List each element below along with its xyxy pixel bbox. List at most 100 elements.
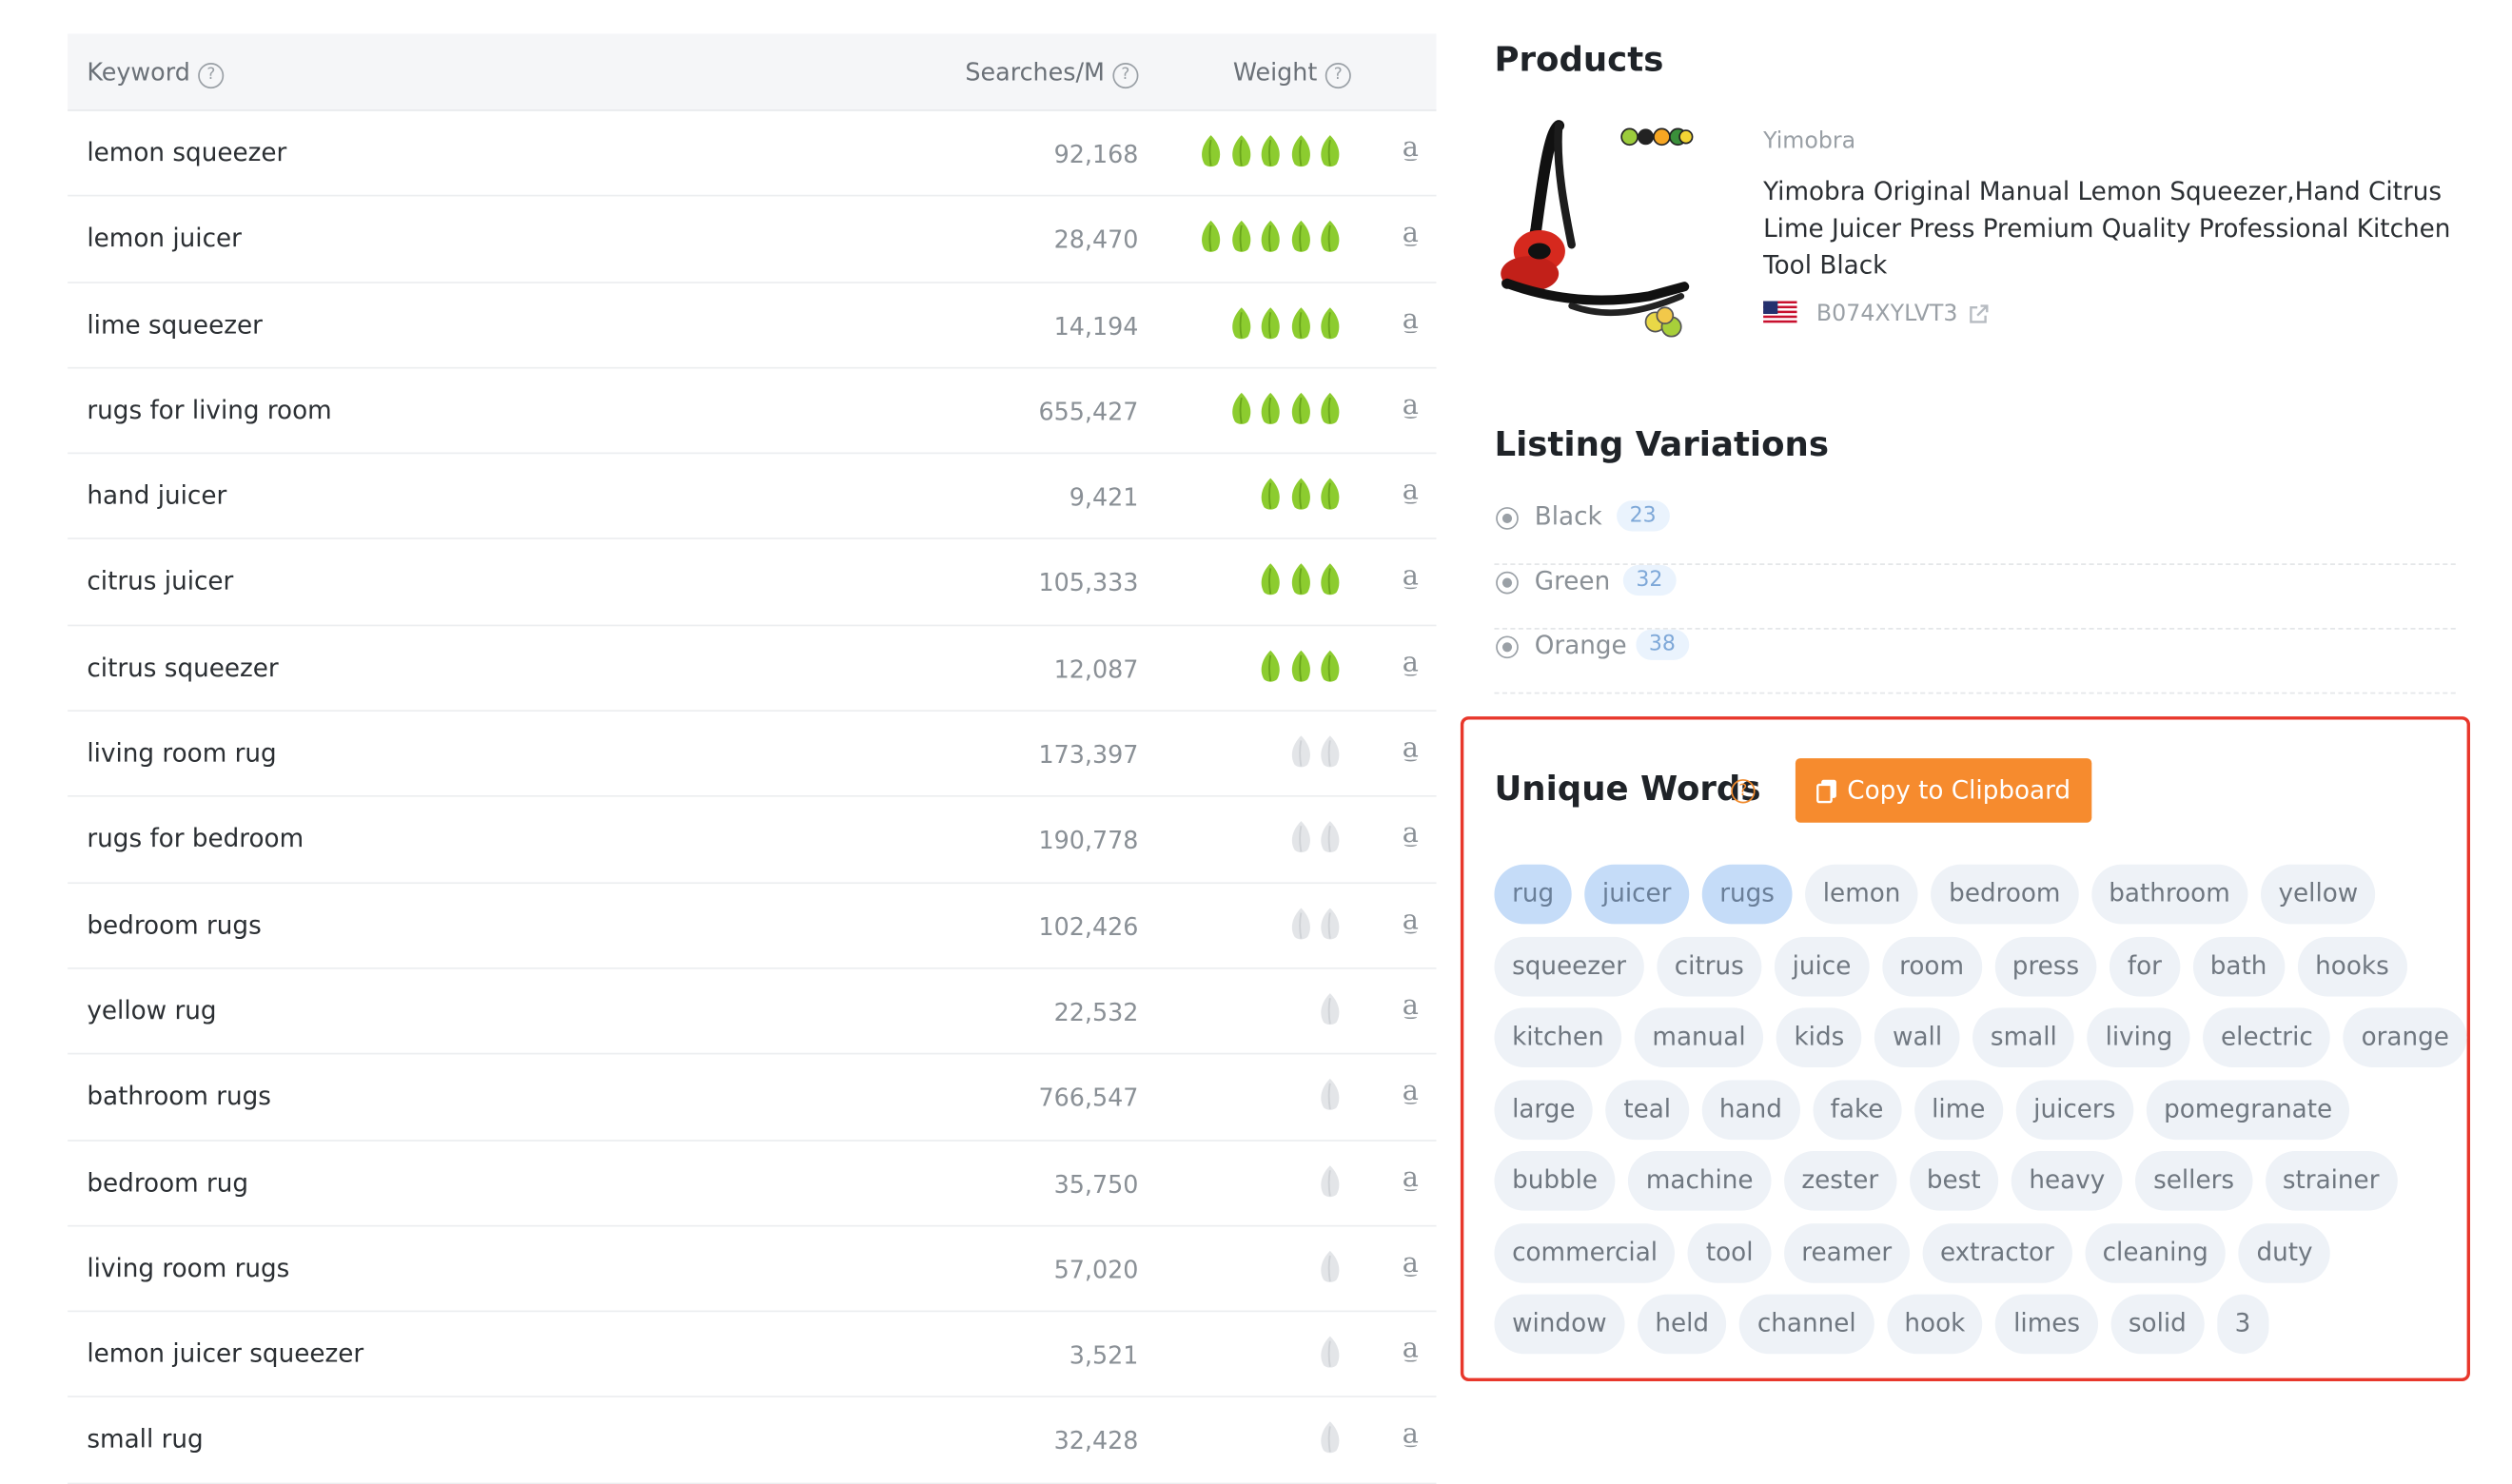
table-row[interactable]: lemon juicer 28,470 a bbox=[68, 197, 1437, 283]
word-chip[interactable]: limes bbox=[1995, 1294, 2098, 1355]
amazon-icon[interactable]: a bbox=[1403, 1076, 1419, 1108]
amazon-icon[interactable]: a bbox=[1403, 476, 1419, 508]
word-chip[interactable]: citrus bbox=[1657, 936, 1762, 996]
word-chip[interactable]: juice bbox=[1774, 936, 1869, 996]
word-chip[interactable]: rug bbox=[1494, 864, 1572, 925]
word-chip[interactable]: room bbox=[1881, 936, 1982, 996]
keyword-text[interactable]: rugs for bedroom bbox=[87, 825, 304, 853]
table-row[interactable]: hand juicer 9,421 a bbox=[68, 455, 1437, 540]
keyword-text[interactable]: lemon juicer bbox=[87, 225, 242, 253]
table-row[interactable]: living room rug 173,397 a bbox=[68, 712, 1437, 798]
word-chip[interactable]: rugs bbox=[1701, 864, 1793, 925]
word-chip[interactable]: living bbox=[2087, 1007, 2190, 1067]
table-row[interactable]: lemon squeezer 92,168 a bbox=[68, 111, 1437, 197]
word-chip[interactable]: duty bbox=[2238, 1222, 2331, 1282]
word-chip[interactable]: held bbox=[1637, 1294, 1727, 1355]
word-chip[interactable]: pomegranate bbox=[2146, 1079, 2350, 1140]
word-chip[interactable]: squeezer bbox=[1494, 936, 1644, 996]
word-chip[interactable]: strainer bbox=[2265, 1150, 2398, 1211]
external-link-icon[interactable] bbox=[1968, 303, 1991, 325]
word-chip[interactable]: extractor bbox=[1922, 1222, 2072, 1282]
column-header-searches[interactable]: Searches/M? bbox=[965, 58, 1139, 89]
word-chip[interactable]: lemon bbox=[1805, 864, 1919, 925]
question-icon[interactable]: ? bbox=[1325, 62, 1351, 89]
word-chip[interactable]: bathroom bbox=[2090, 864, 2248, 925]
product-title[interactable]: Yimobra Original Manual Lemon Squeezer,H… bbox=[1763, 174, 2472, 285]
table-row[interactable]: yellow rug 22,532 a bbox=[68, 969, 1437, 1055]
word-chip[interactable]: juicers bbox=[2015, 1079, 2134, 1140]
amazon-icon[interactable]: a bbox=[1403, 389, 1419, 421]
word-chip[interactable]: lime bbox=[1913, 1079, 2004, 1140]
copy-to-clipboard-button[interactable]: Copy to Clipboard bbox=[1795, 758, 2092, 823]
column-header-weight[interactable]: Weight? bbox=[1233, 58, 1351, 89]
word-chip[interactable]: kitchen bbox=[1494, 1007, 1622, 1067]
word-chip[interactable]: sellers bbox=[2135, 1150, 2252, 1211]
word-chip[interactable]: orange bbox=[2343, 1007, 2467, 1067]
word-chip[interactable]: cleaning bbox=[2084, 1222, 2227, 1282]
keyword-text[interactable]: small rug bbox=[87, 1425, 203, 1454]
product-brand[interactable]: Yimobra bbox=[1763, 128, 1855, 154]
amazon-icon[interactable]: a bbox=[1403, 1419, 1419, 1452]
word-chip[interactable]: window bbox=[1494, 1294, 1625, 1355]
amazon-icon[interactable]: a bbox=[1403, 561, 1419, 594]
amazon-icon[interactable]: a bbox=[1403, 905, 1419, 937]
amazon-icon[interactable]: a bbox=[1403, 732, 1419, 765]
amazon-icon[interactable]: a bbox=[1403, 218, 1419, 250]
word-chip[interactable]: for bbox=[2110, 936, 2180, 996]
keyword-text[interactable]: lemon squeezer bbox=[87, 139, 286, 167]
table-row[interactable]: citrus juicer 105,333 a bbox=[68, 540, 1437, 626]
product-image[interactable] bbox=[1494, 116, 1706, 342]
word-chip[interactable]: solid bbox=[2110, 1294, 2205, 1355]
column-header-keyword[interactable]: Keyword? bbox=[87, 58, 225, 89]
table-row[interactable]: rugs for living room 655,427 a bbox=[68, 368, 1437, 455]
word-chip[interactable]: tool bbox=[1688, 1222, 1772, 1282]
variation-item[interactable]: Black 23 bbox=[1494, 499, 2456, 565]
table-row[interactable]: citrus squeezer 12,087 a bbox=[68, 626, 1437, 713]
word-chip[interactable]: bubble bbox=[1494, 1150, 1616, 1211]
amazon-icon[interactable]: a bbox=[1403, 1247, 1419, 1279]
keyword-text[interactable]: bathroom rugs bbox=[87, 1083, 271, 1111]
word-chip[interactable]: fake bbox=[1813, 1079, 1901, 1140]
variation-item[interactable]: Green 32 bbox=[1494, 563, 2456, 630]
word-chip[interactable]: hooks bbox=[2297, 936, 2407, 996]
word-chip[interactable]: press bbox=[1994, 936, 2097, 996]
keyword-text[interactable]: living room rug bbox=[87, 739, 276, 768]
word-chip[interactable]: hand bbox=[1701, 1079, 1800, 1140]
amazon-icon[interactable]: a bbox=[1403, 1162, 1419, 1194]
amazon-icon[interactable]: a bbox=[1403, 818, 1419, 850]
word-chip[interactable]: kids bbox=[1776, 1007, 1862, 1067]
table-row[interactable]: lime squeezer 14,194 a bbox=[68, 283, 1437, 369]
question-icon[interactable]: ? bbox=[1731, 779, 1756, 804]
word-chip[interactable]: wall bbox=[1874, 1007, 1960, 1067]
word-chip[interactable]: manual bbox=[1634, 1007, 1764, 1067]
amazon-icon[interactable]: a bbox=[1403, 990, 1419, 1023]
word-chip[interactable]: juicer bbox=[1584, 864, 1690, 925]
word-chip[interactable]: channel bbox=[1739, 1294, 1874, 1355]
word-chip[interactable]: machine bbox=[1628, 1150, 1772, 1211]
keyword-text[interactable]: lime squeezer bbox=[87, 310, 263, 339]
keyword-text[interactable]: citrus squeezer bbox=[87, 654, 278, 682]
amazon-icon[interactable]: a bbox=[1403, 303, 1419, 336]
word-chip[interactable]: 3 bbox=[2216, 1294, 2268, 1355]
word-chip[interactable]: yellow bbox=[2260, 864, 2376, 925]
word-chip[interactable]: heavy bbox=[2011, 1150, 2123, 1211]
amazon-icon[interactable]: a bbox=[1403, 1333, 1419, 1365]
word-chip[interactable]: reamer bbox=[1783, 1222, 1910, 1282]
table-row[interactable]: small rug 32,428 a bbox=[68, 1398, 1437, 1484]
word-chip[interactable]: large bbox=[1494, 1079, 1594, 1140]
table-row[interactable]: living room rugs 57,020 a bbox=[68, 1226, 1437, 1313]
keyword-text[interactable]: yellow rug bbox=[87, 996, 216, 1025]
table-row[interactable]: bedroom rug 35,750 a bbox=[68, 1141, 1437, 1227]
table-row[interactable]: rugs for bedroom 190,778 a bbox=[68, 797, 1437, 884]
word-chip[interactable]: electric bbox=[2203, 1007, 2331, 1067]
amazon-icon[interactable]: a bbox=[1403, 132, 1419, 165]
word-chip[interactable]: teal bbox=[1605, 1079, 1689, 1140]
table-row[interactable]: bedroom rugs 102,426 a bbox=[68, 884, 1437, 969]
keyword-text[interactable]: bedroom rug bbox=[87, 1168, 248, 1197]
radio-icon[interactable] bbox=[1496, 507, 1519, 530]
question-icon[interactable]: ? bbox=[198, 62, 225, 89]
table-row[interactable]: bathroom rugs 766,547 a bbox=[68, 1055, 1437, 1142]
word-chip[interactable]: hook bbox=[1886, 1294, 1983, 1355]
keyword-text[interactable]: rugs for living room bbox=[87, 396, 331, 424]
keyword-text[interactable]: bedroom rugs bbox=[87, 910, 261, 939]
